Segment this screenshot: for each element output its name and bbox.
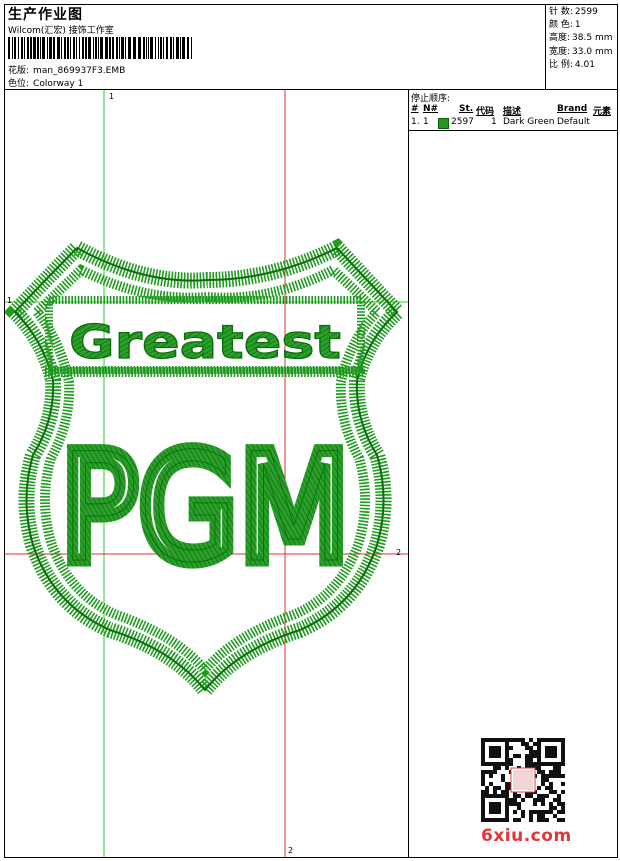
col-stitches: St. [459,104,474,114]
stat-height: 高度: 38.5 mm [549,33,613,44]
col-brand: Brand [557,104,588,114]
stop-sequence-columns: # N# St. 代码 描述 Brand 元素 [409,104,618,117]
production-sheet: 生产作业图 Wilcom(汇宏) 接饰工作室 花版: man_869937F3.E… [3,4,618,858]
design-file-row: 花版: man_869937F3.EMB [8,63,125,76]
row-n: 1 [423,117,429,127]
row-brand: Default [557,117,590,127]
design-preview: Greatest PGM PGM 1 1 2 2 [3,90,409,857]
qr-code [481,738,565,822]
stat-colors: 颜 色: 1 [549,20,581,31]
thread-color-swatch [438,118,449,129]
col-desc: 描述 [503,107,522,117]
col-code: 代码 [476,107,495,117]
col-element: 元素 [593,107,612,117]
colorway-label: 色位: [8,79,30,89]
stop-sequence-heading: 停止顺序: [411,94,451,104]
watermark-text: 6xiu.com [481,826,572,846]
marker-green-left: 1 [7,296,13,305]
colorway-row: 色位: Colorway 1 [8,76,83,89]
stop-sequence-panel: 停止顺序: # N# St. 代码 描述 Brand 元素 1. 1 2597 … [408,90,618,857]
design-file-label: 花版: [8,66,30,76]
stat-width: 宽度: 33.0 mm [549,46,613,57]
row-num: 1. [411,117,420,127]
stat-stitches: 针 数: 2599 [549,7,598,17]
panel-divider [409,130,618,131]
stats-box: 针 数: 2599 颜 色: 1 高度: 38.5 mm 宽度: 33.0 mm 比 例… [545,5,618,89]
barcode [8,37,192,59]
logo-text-outline: PGM [60,422,350,596]
sheet-subtitle: Wilcom(汇宏) 接饰工作室 [8,26,114,36]
row-stitches: 2597 [451,117,474,127]
marker-red-right: 2 [396,548,402,557]
row-desc: Dark Green [503,117,555,127]
colorway-value: Colorway 1 [33,79,84,89]
sheet-title: 生产作业图 [8,7,83,23]
stat-scale: 比 例: 4.01 [549,59,595,70]
stop-sequence-row: 1. 1 2597 1 Dark Green Default [409,117,618,129]
marker-green-top: 1 [109,92,115,101]
embroidery-canvas: Greatest PGM PGM [3,90,409,857]
header-info: 生产作业图 Wilcom(汇宏) 接饰工作室 花版: man_869937F3.E… [5,5,545,89]
marker-red-bottom: 2 [288,846,294,855]
banner-text: Greatest [69,315,341,369]
col-hash: # [411,104,419,114]
design-file-value: man_869937F3.EMB [33,66,126,76]
col-n: N# [423,104,439,114]
row-code: 1 [491,117,497,127]
seal-icon [513,770,533,790]
